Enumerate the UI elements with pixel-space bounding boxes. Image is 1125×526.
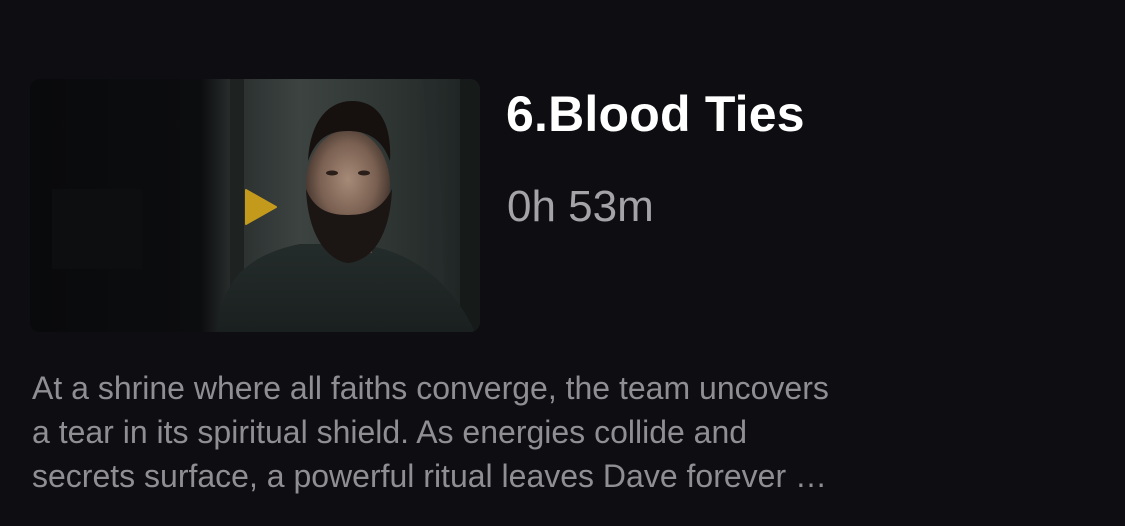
play-icon[interactable]	[244, 188, 278, 226]
episode-title[interactable]: 6.Blood Ties	[506, 84, 805, 144]
episode-duration: 0h 53m	[507, 182, 654, 231]
episode-item[interactable]: 6.Blood Ties 0h 53m At a shrine where al…	[0, 0, 1125, 526]
play-triangle	[245, 189, 277, 225]
episode-description: At a shrine where all faiths converge, t…	[32, 370, 829, 494]
episode-thumbnail[interactable]	[30, 79, 480, 332]
